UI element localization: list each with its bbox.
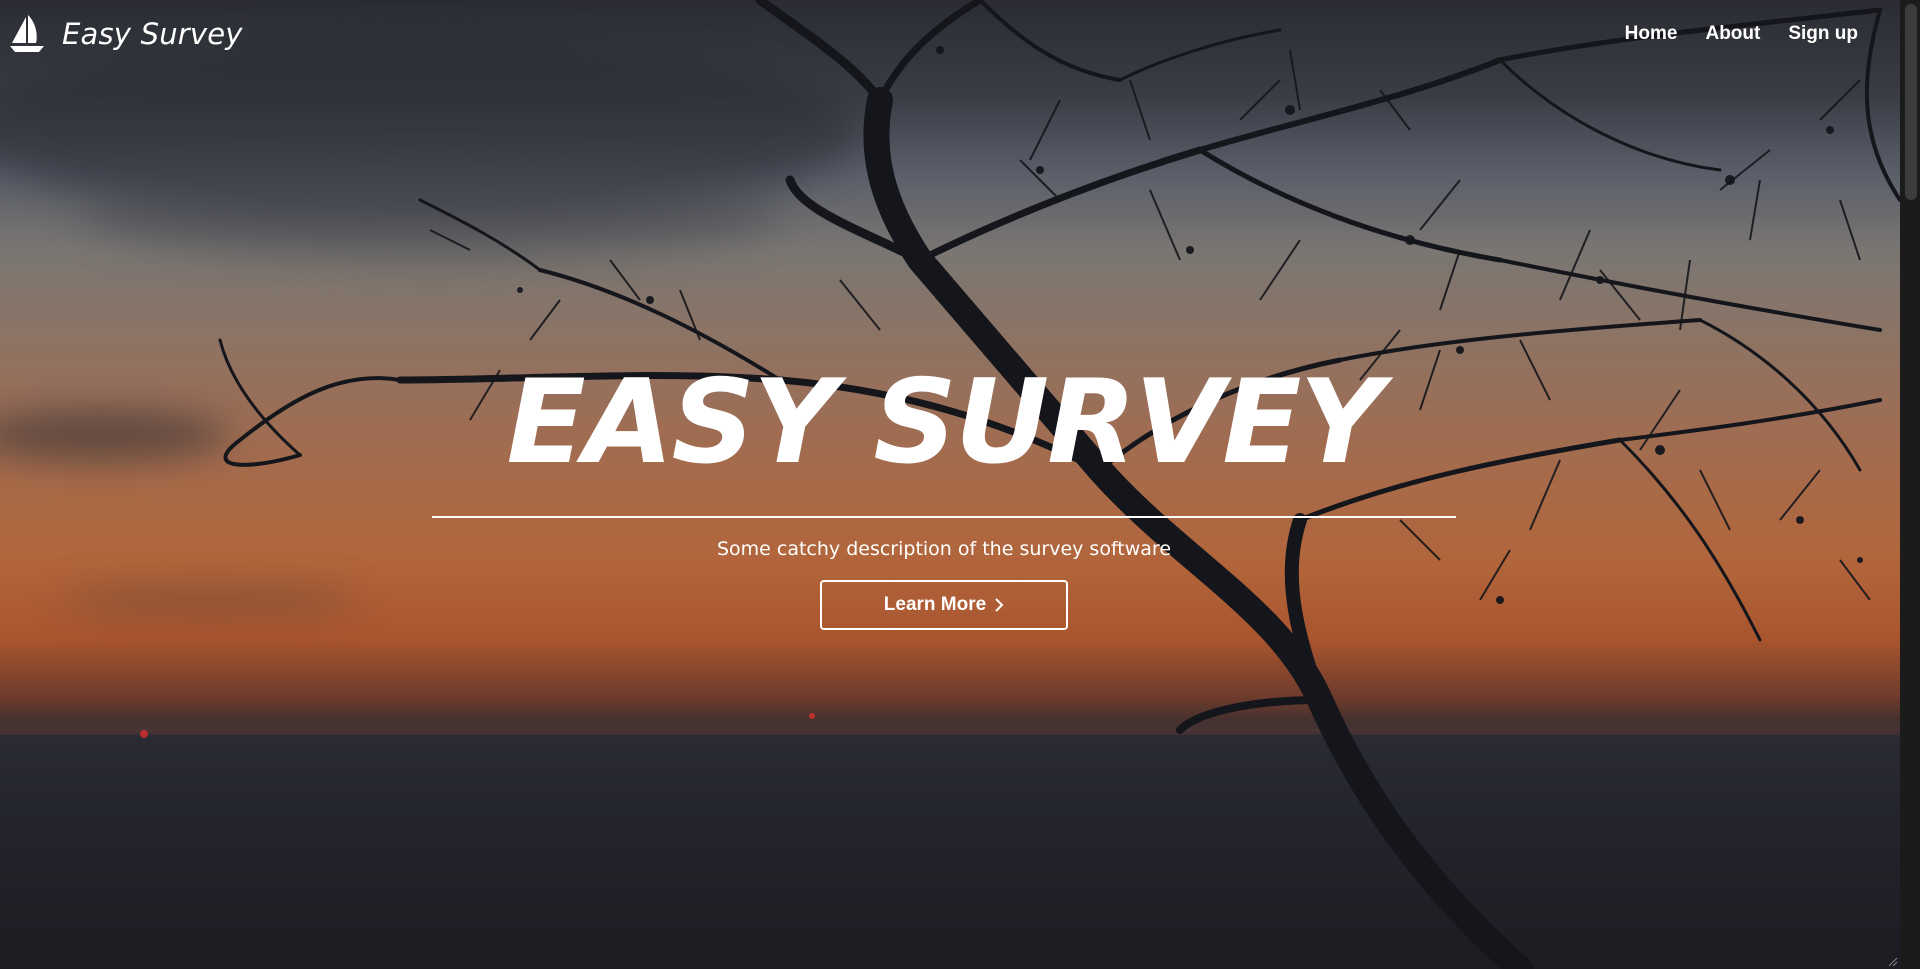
chevron-right-icon bbox=[995, 598, 1004, 612]
nav-about-link[interactable]: About bbox=[1705, 23, 1760, 45]
brand-name: Easy Survey bbox=[62, 17, 243, 51]
nav-home-link[interactable]: Home bbox=[1625, 23, 1678, 45]
learn-more-button[interactable]: Learn More bbox=[820, 580, 1068, 630]
resize-grip-icon bbox=[1888, 957, 1898, 967]
scrollbar-thumb[interactable] bbox=[1905, 4, 1917, 200]
vertical-scrollbar[interactable] bbox=[1900, 0, 1920, 969]
brand-link[interactable]: Easy Survey bbox=[6, 13, 243, 55]
nav-links: Home About Sign up bbox=[1625, 23, 1858, 45]
learn-more-label: Learn More bbox=[883, 594, 987, 615]
nav-signup-link[interactable]: Sign up bbox=[1788, 23, 1858, 45]
hero-title: EASY SURVEY bbox=[506, 355, 1383, 490]
landing-page: Easy Survey Home About Sign up EASY SURV… bbox=[0, 0, 1920, 969]
hero-divider bbox=[432, 516, 1456, 518]
hero-subtitle: Some catchy description of the survey so… bbox=[716, 538, 1172, 560]
navbar: Easy Survey Home About Sign up bbox=[0, 0, 1900, 68]
sailboat-icon bbox=[10, 15, 44, 52]
